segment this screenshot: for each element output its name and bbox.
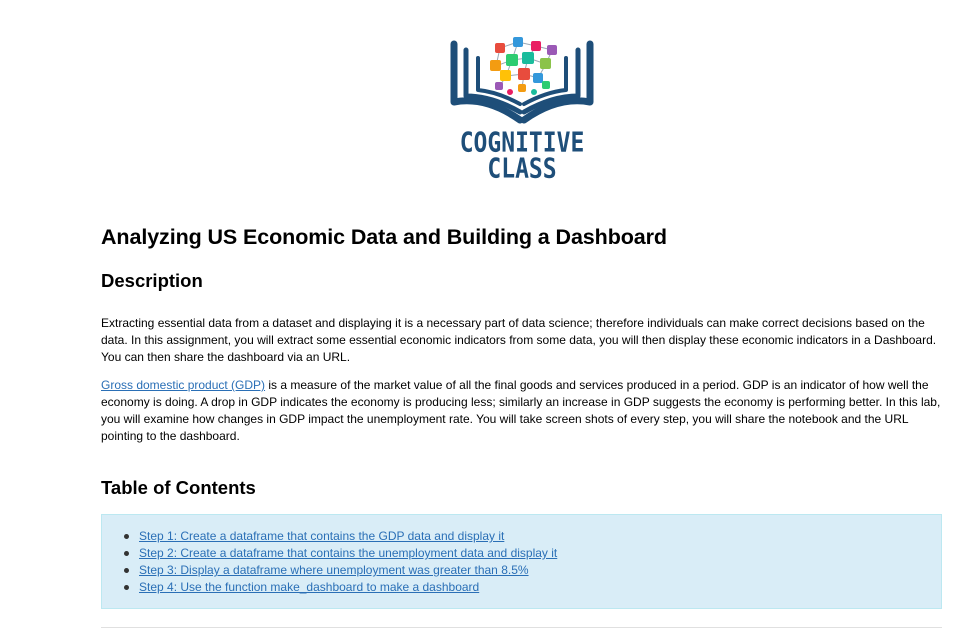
markdown-cell: Analyzing US Economic Data and Building … — [101, 222, 942, 609]
book-network-icon — [450, 37, 594, 124]
description-heading: Description — [101, 270, 203, 291]
bullet-icon — [124, 568, 129, 573]
toc-item-step-1: Step 1: Create a dataframe that contains… — [124, 528, 941, 545]
bullet-icon — [124, 534, 129, 539]
cognitive-class-logo: COGNITIVE CLASS — [450, 36, 594, 185]
gdp-link[interactable]: Gross domestic product (GDP) — [101, 378, 265, 392]
notebook-page: COGNITIVE CLASS Analyzing US Economic Da… — [0, 0, 964, 643]
toc-item-step-4: Step 4: Use the function make_dashboard … — [124, 579, 941, 596]
bullet-icon — [124, 585, 129, 590]
toc-link-step-2[interactable]: Step 2: Create a dataframe that contains… — [139, 546, 557, 560]
divider — [101, 627, 942, 628]
toc-link-step-1[interactable]: Step 1: Create a dataframe that contains… — [139, 529, 504, 543]
toc-item-step-2: Step 2: Create a dataframe that contains… — [124, 545, 941, 562]
toc-list: Step 1: Create a dataframe that contains… — [124, 528, 941, 596]
logo-text-line2: CLASS — [487, 154, 557, 185]
description-paragraph-2: Gross domestic product (GDP) is a measur… — [101, 377, 942, 445]
description-paragraph-1: Extracting essential data from a dataset… — [101, 316, 937, 364]
toc-link-step-4[interactable]: Step 4: Use the function make_dashboard … — [139, 580, 479, 594]
bullet-icon — [124, 551, 129, 556]
page-title: Analyzing US Economic Data and Building … — [101, 225, 667, 249]
toc-heading: Table of Contents — [101, 477, 256, 498]
toc-box: Step 1: Create a dataframe that contains… — [101, 514, 942, 609]
toc-item-step-3: Step 3: Display a dataframe where unempl… — [124, 562, 941, 579]
toc-link-step-3[interactable]: Step 3: Display a dataframe where unempl… — [139, 563, 529, 577]
